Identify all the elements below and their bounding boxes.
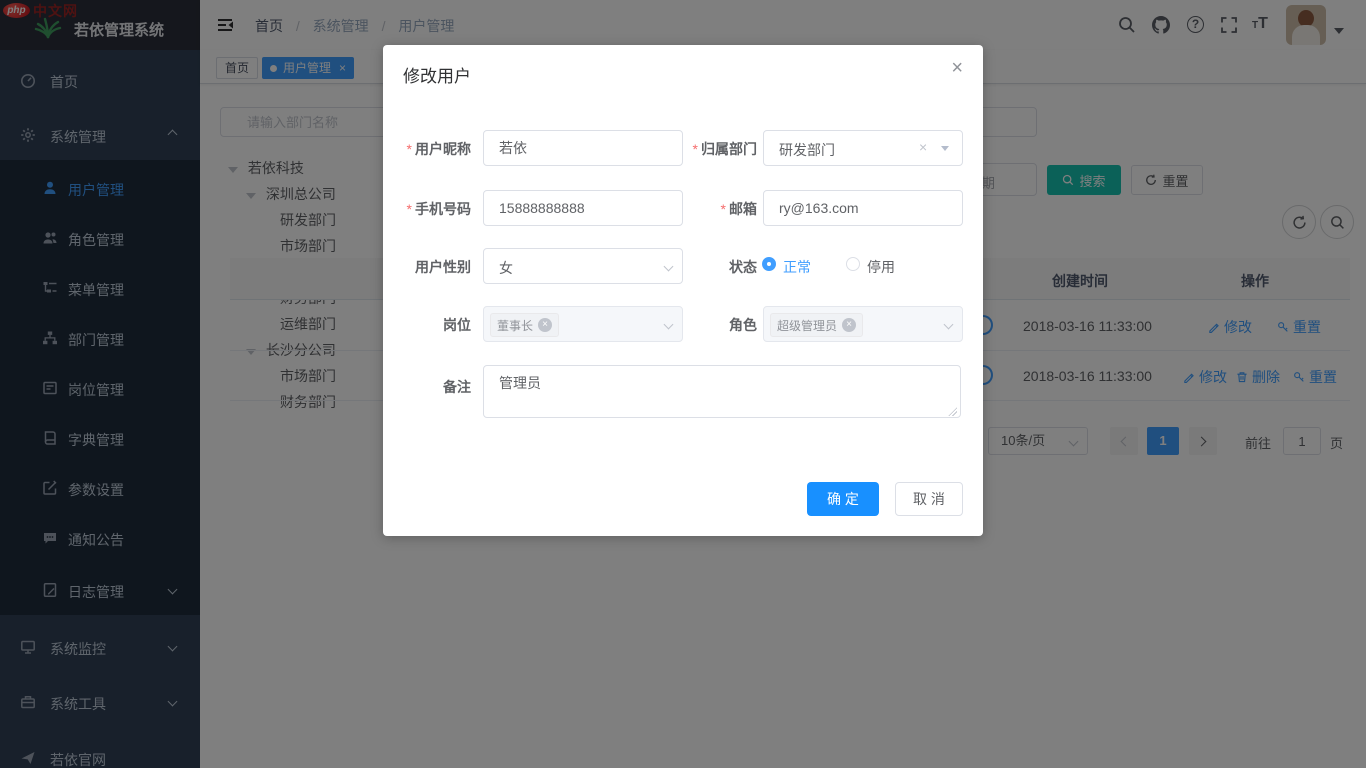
required-asterisk: * [721, 201, 726, 217]
gender-value: 女 [499, 258, 513, 278]
dept-treeselect[interactable]: 研发部门 × [763, 130, 963, 166]
label-text: 归属部门 [701, 141, 757, 157]
label-text: 邮箱 [729, 201, 757, 217]
label-text: 状态 [729, 259, 757, 275]
post-tag-label: 董事长 [497, 317, 533, 334]
select-arrow-icon [941, 146, 949, 151]
label-text: 岗位 [443, 317, 471, 333]
label-text: 用户性别 [415, 259, 471, 275]
role-tag-label: 超级管理员 [777, 317, 837, 334]
cancel-button[interactable]: 取 消 [895, 482, 963, 516]
required-asterisk: * [407, 141, 412, 157]
radio-label-normal[interactable]: 正常 [783, 257, 811, 277]
email-input[interactable] [763, 190, 963, 226]
field-label-email: *邮箱 [671, 199, 757, 219]
edit-user-dialog: 修改用户 × *用户昵称 *归属部门 研发部门 × *手机号码 *邮箱 用户性别… [383, 45, 983, 536]
close-icon[interactable]: × [951, 57, 963, 80]
field-label-role: 角色 [671, 315, 757, 335]
radio-label-disabled[interactable]: 停用 [867, 257, 895, 277]
post-tag: 董事长 × [490, 313, 559, 337]
field-label-post: 岗位 [383, 315, 471, 335]
chevron-down-icon [944, 320, 954, 330]
field-label-remark: 备注 [383, 377, 471, 397]
field-label-gender: 用户性别 [383, 257, 471, 277]
label-text: 用户昵称 [415, 141, 471, 157]
role-tag: 超级管理员 × [770, 313, 863, 337]
required-asterisk: * [407, 201, 412, 217]
app: php 中文网 若依管理系统 首页 [0, 0, 1366, 768]
field-label-dept: *归属部门 [671, 139, 757, 159]
label-text: 手机号码 [415, 201, 471, 217]
phone-input[interactable] [483, 190, 683, 226]
clear-icon[interactable]: × [919, 139, 927, 155]
dept-value: 研发部门 [779, 140, 835, 160]
field-label-nickname: *用户昵称 [383, 139, 471, 159]
tag-close-icon[interactable]: × [538, 318, 552, 332]
gender-select[interactable]: 女 [483, 248, 683, 284]
resize-handle[interactable] [948, 407, 957, 416]
remark-textarea[interactable]: 管理员 [483, 365, 961, 418]
nickname-input[interactable] [483, 130, 683, 166]
dialog-title: 修改用户 [403, 62, 471, 87]
required-asterisk: * [693, 141, 698, 157]
field-label-phone: *手机号码 [383, 199, 471, 219]
label-text: 角色 [729, 317, 757, 333]
post-select[interactable]: 董事长 × [483, 306, 683, 342]
role-select[interactable]: 超级管理员 × [763, 306, 963, 342]
radio-status-disabled[interactable] [846, 257, 860, 271]
confirm-button[interactable]: 确 定 [807, 482, 879, 516]
label-text: 备注 [443, 379, 471, 395]
radio-status-normal[interactable] [762, 257, 776, 271]
tag-close-icon[interactable]: × [842, 318, 856, 332]
field-label-status: 状态 [671, 257, 757, 277]
